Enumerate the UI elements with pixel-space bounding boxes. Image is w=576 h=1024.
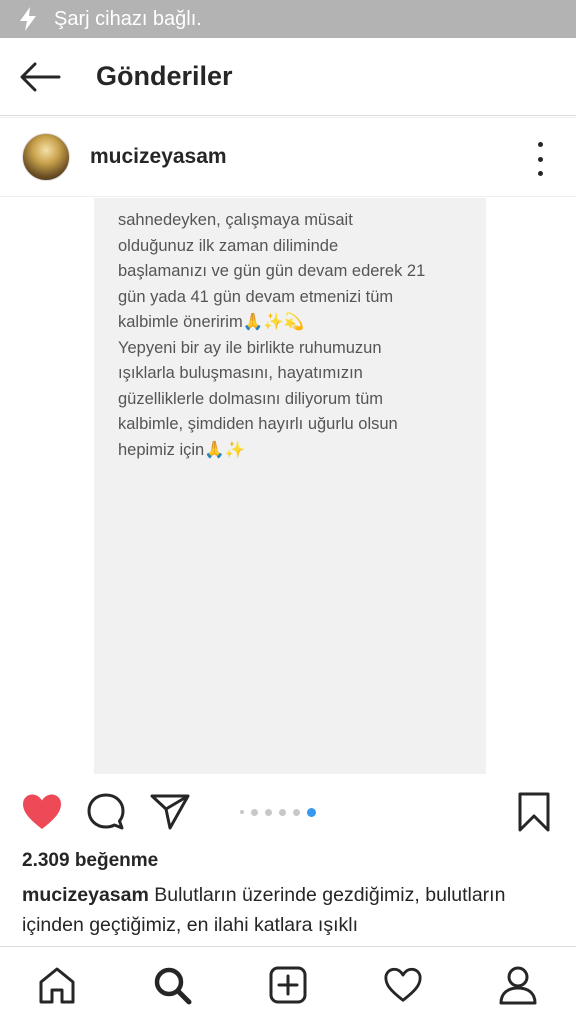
comment-bubble-icon bbox=[87, 793, 125, 830]
carousel-dot bbox=[251, 808, 258, 816]
carousel-dot bbox=[265, 808, 272, 816]
status-text: Şarj cihazı bağlı. bbox=[54, 7, 202, 30]
profile-icon bbox=[499, 966, 537, 1005]
add-post-icon bbox=[269, 966, 307, 1004]
save-button[interactable] bbox=[512, 790, 556, 834]
avatar[interactable] bbox=[22, 133, 70, 181]
bookmark-icon bbox=[518, 792, 550, 832]
more-dot-icon bbox=[537, 142, 543, 147]
comment-button[interactable] bbox=[84, 790, 128, 834]
app-header: Gönderiler bbox=[0, 38, 576, 116]
send-paper-plane-icon bbox=[150, 794, 190, 830]
more-options-button[interactable] bbox=[530, 142, 550, 176]
nav-profile-button[interactable] bbox=[496, 963, 540, 1007]
nav-new-post-button[interactable] bbox=[266, 963, 310, 1007]
carousel-dot bbox=[279, 808, 286, 816]
charging-bolt-icon bbox=[20, 7, 36, 31]
activity-heart-icon bbox=[384, 967, 422, 1002]
post-header: mucizeyasam bbox=[0, 117, 576, 197]
carousel-indicator bbox=[240, 807, 323, 817]
post-caption[interactable]: mucizeyasam Bulutların üzerinde gezdiğim… bbox=[22, 880, 562, 946]
carousel-dot bbox=[240, 810, 244, 814]
more-dot-icon bbox=[537, 171, 543, 176]
nav-home-button[interactable] bbox=[35, 963, 79, 1007]
arrow-left-icon bbox=[20, 62, 61, 91]
status-bar: Şarj cihazı bağlı. bbox=[0, 0, 576, 38]
share-button[interactable] bbox=[148, 790, 192, 834]
post-action-bar bbox=[0, 780, 576, 842]
more-dot-icon bbox=[537, 156, 543, 162]
post-username[interactable]: mucizeyasam bbox=[90, 145, 227, 169]
search-icon bbox=[154, 967, 192, 1005]
media-image: sahnedeyken, çalışmaya müsait olduğunuz … bbox=[94, 198, 486, 774]
caption-username[interactable]: mucizeyasam bbox=[22, 884, 149, 906]
back-button[interactable] bbox=[0, 38, 80, 116]
nav-activity-button[interactable] bbox=[381, 963, 425, 1007]
home-icon bbox=[39, 967, 75, 1004]
likes-count[interactable]: 2.309 beğenme bbox=[22, 850, 158, 872]
bottom-navigation bbox=[0, 946, 576, 1024]
post-media[interactable]: sahnedeyken, çalışmaya müsait olduğunuz … bbox=[0, 198, 576, 776]
carousel-dot-active bbox=[307, 807, 316, 817]
like-button[interactable] bbox=[20, 790, 64, 834]
nav-search-button[interactable] bbox=[150, 963, 194, 1007]
carousel-dot bbox=[293, 808, 300, 816]
media-image-text: sahnedeyken, çalışmaya müsait olduğunuz … bbox=[118, 211, 426, 459]
page-title: Gönderiler bbox=[96, 61, 233, 91]
heart-filled-icon bbox=[23, 794, 61, 829]
